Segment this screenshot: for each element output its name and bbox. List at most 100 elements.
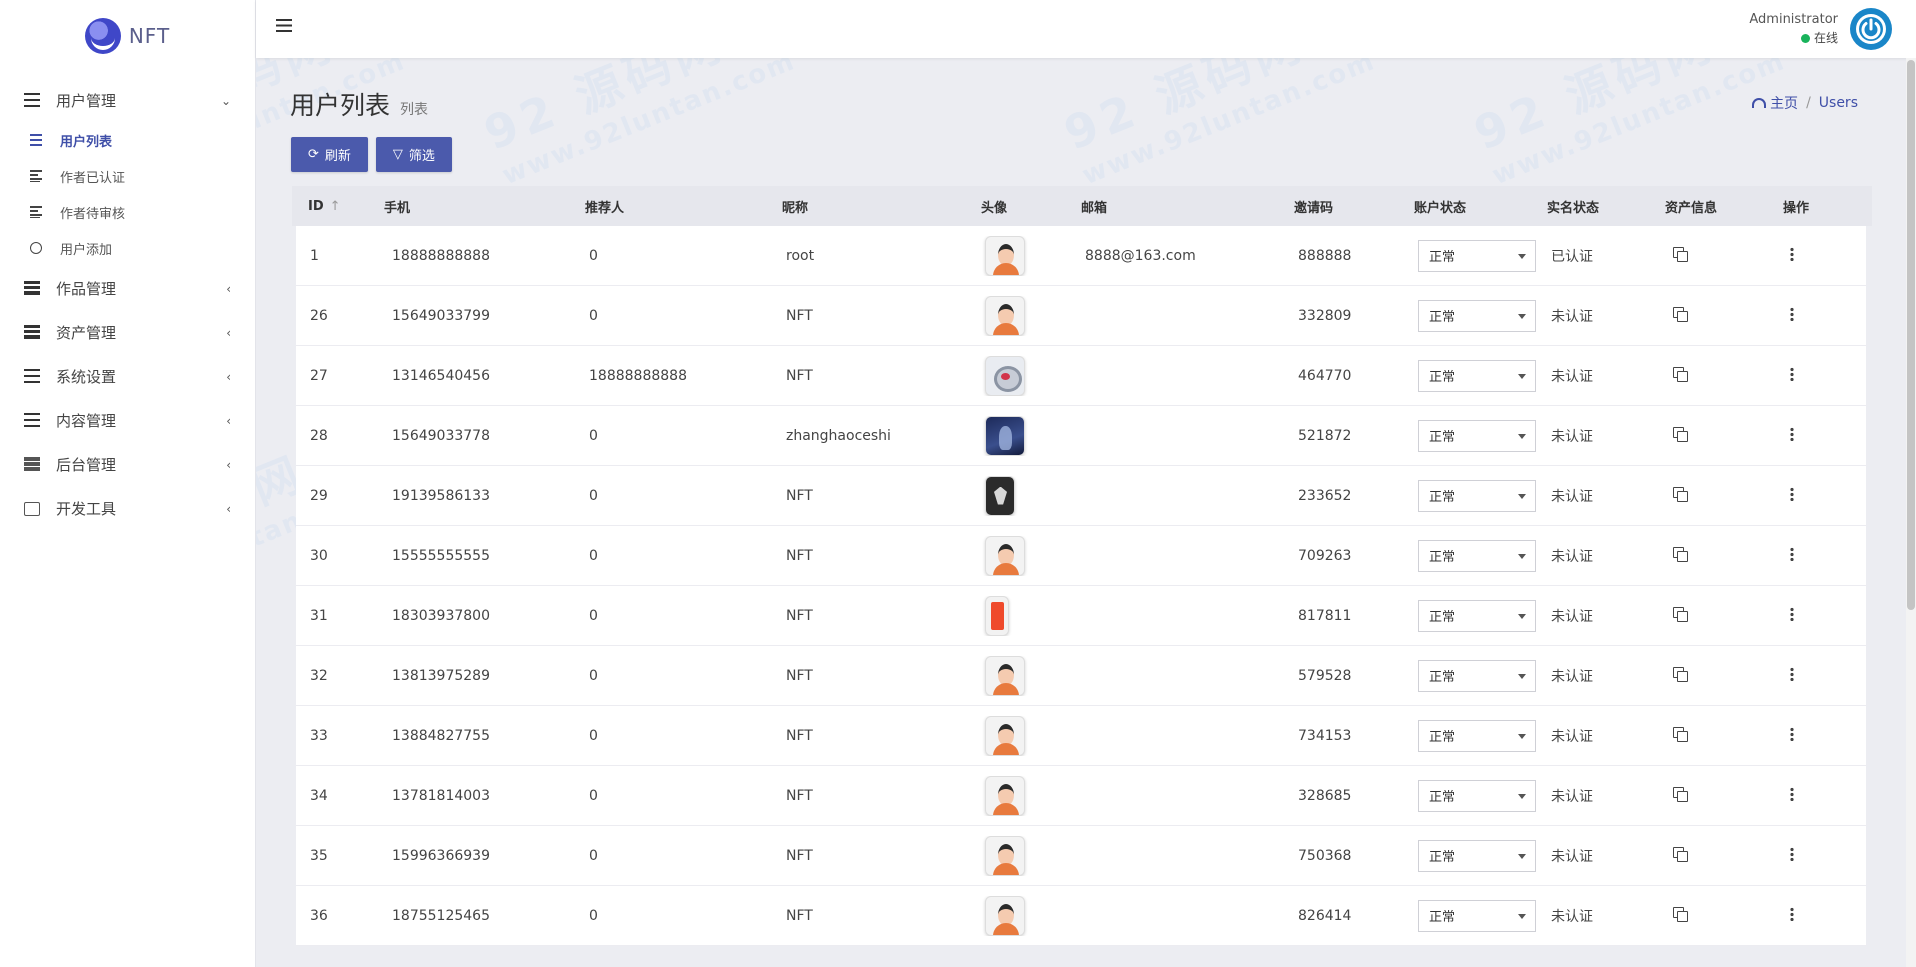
sidebar-item-assets[interactable]: 资产管理 ‹ bbox=[0, 310, 255, 354]
cell-referrer: 0 bbox=[589, 787, 598, 804]
cell-nickname: zhanghaoceshi bbox=[786, 427, 891, 444]
sidebar-item-content[interactable]: 内容管理 ‹ bbox=[0, 398, 255, 442]
cell-id: 28 bbox=[310, 427, 328, 444]
copy-icon[interactable] bbox=[1673, 426, 1688, 442]
account-status-select[interactable]: 正常 bbox=[1418, 839, 1536, 872]
copy-icon[interactable] bbox=[1673, 606, 1688, 622]
copy-icon[interactable] bbox=[1673, 246, 1688, 262]
account-status-select[interactable]: 正常 bbox=[1418, 779, 1536, 812]
more-vertical-icon[interactable] bbox=[1790, 786, 1794, 801]
account-status-select[interactable]: 正常 bbox=[1418, 539, 1536, 572]
copy-icon[interactable] bbox=[1673, 486, 1688, 502]
menu-toggle-icon[interactable] bbox=[276, 19, 292, 32]
cell-nickname: NFT bbox=[786, 727, 813, 744]
avatar[interactable] bbox=[985, 535, 1025, 576]
account-status-value: 正常 bbox=[1429, 490, 1456, 505]
copy-icon[interactable] bbox=[1673, 786, 1688, 802]
account-status-select[interactable]: 正常 bbox=[1418, 299, 1536, 332]
copy-icon[interactable] bbox=[1673, 906, 1688, 922]
cell-phone: 13146540456 bbox=[392, 367, 490, 384]
sidebar-item-user-management[interactable]: 用户管理 ⌄ bbox=[0, 78, 255, 122]
avatar[interactable] bbox=[985, 775, 1025, 816]
cell-phone: 15649033778 bbox=[392, 427, 490, 444]
account-status-select[interactable]: 正常 bbox=[1418, 479, 1536, 512]
sidebar-item-works[interactable]: 作品管理 ‹ bbox=[0, 266, 255, 310]
avatar[interactable] bbox=[985, 895, 1025, 936]
sidebar-item-settings[interactable]: 系统设置 ‹ bbox=[0, 354, 255, 398]
copy-icon[interactable] bbox=[1673, 846, 1688, 862]
align-left-icon bbox=[30, 206, 42, 218]
more-vertical-icon[interactable] bbox=[1790, 906, 1794, 921]
more-vertical-icon[interactable] bbox=[1790, 426, 1794, 441]
cell-realname-status: 未认证 bbox=[1551, 668, 1593, 685]
chevron-down-icon: ⌄ bbox=[220, 94, 231, 108]
avatar[interactable] bbox=[985, 655, 1025, 696]
account-status-value: 正常 bbox=[1429, 850, 1456, 865]
cell-assets bbox=[1655, 846, 1773, 865]
avatar[interactable] bbox=[985, 715, 1025, 756]
copy-icon[interactable] bbox=[1673, 366, 1688, 382]
more-vertical-icon[interactable] bbox=[1790, 306, 1794, 321]
stack-icon bbox=[24, 281, 40, 295]
column-header-id[interactable]: ID ↑ bbox=[292, 199, 374, 214]
cell-avatar bbox=[971, 655, 1071, 696]
more-vertical-icon[interactable] bbox=[1790, 546, 1794, 561]
more-vertical-icon[interactable] bbox=[1790, 606, 1794, 621]
app-logo[interactable]: NFT bbox=[0, 0, 255, 72]
account-status-select[interactable]: 正常 bbox=[1418, 359, 1536, 392]
table-header: ID ↑ 手机 推荐人 昵称 头像 邮箱 邀请码 账户状态 实名状态 资产信息 操… bbox=[292, 186, 1872, 226]
account-status-value: 正常 bbox=[1429, 370, 1456, 385]
power-icon bbox=[1856, 14, 1886, 44]
cell-referrer: 0 bbox=[589, 847, 598, 864]
cell-id: 30 bbox=[310, 547, 328, 564]
cell-invite-code: 233652 bbox=[1298, 487, 1352, 504]
more-vertical-icon[interactable] bbox=[1790, 726, 1794, 741]
more-vertical-icon[interactable] bbox=[1790, 846, 1794, 861]
avatar[interactable] bbox=[985, 235, 1025, 276]
cell-realname-status: 未认证 bbox=[1551, 848, 1593, 865]
avatar[interactable] bbox=[985, 595, 1009, 636]
user-name[interactable]: Administrator bbox=[1749, 11, 1838, 29]
cell-phone: 13813975289 bbox=[392, 667, 490, 684]
sidebar-item-backend[interactable]: 后台管理 ‹ bbox=[0, 442, 255, 486]
copy-icon[interactable] bbox=[1673, 306, 1688, 322]
account-status-select[interactable]: 正常 bbox=[1418, 419, 1536, 452]
sidebar-item-dev-tools[interactable]: 开发工具 ‹ bbox=[0, 486, 255, 530]
cell-actions bbox=[1773, 786, 1866, 805]
more-vertical-icon[interactable] bbox=[1790, 246, 1794, 261]
account-status-select[interactable]: 正常 bbox=[1418, 719, 1536, 752]
power-button[interactable] bbox=[1850, 8, 1892, 50]
breadcrumb-home[interactable]: 主页 bbox=[1752, 93, 1798, 113]
avatar[interactable] bbox=[985, 355, 1025, 396]
more-vertical-icon[interactable] bbox=[1790, 486, 1794, 501]
account-status-select[interactable]: 正常 bbox=[1418, 599, 1536, 632]
sidebar-subitem-add-user[interactable]: 用户添加 bbox=[0, 230, 255, 266]
cell-invite-code: 332809 bbox=[1298, 307, 1352, 324]
more-vertical-icon[interactable] bbox=[1790, 366, 1794, 381]
account-status-value: 正常 bbox=[1429, 730, 1456, 745]
filter-button[interactable]: ▽ 筛选 bbox=[375, 137, 452, 172]
copy-icon[interactable] bbox=[1673, 666, 1688, 682]
sidebar-subitem-pending-authors[interactable]: 作者待审核 bbox=[0, 194, 255, 230]
cell-phone: 18755125465 bbox=[392, 907, 490, 924]
account-status-select[interactable]: 正常 bbox=[1418, 659, 1536, 692]
sidebar-subitem-verified-authors[interactable]: 作者已认证 bbox=[0, 158, 255, 194]
avatar[interactable] bbox=[985, 295, 1025, 336]
account-status-select[interactable]: 正常 bbox=[1418, 239, 1536, 272]
cell-phone: 18303937800 bbox=[392, 607, 490, 624]
chevron-left-icon: ‹ bbox=[226, 370, 231, 384]
cell-account-status: 正常 bbox=[1404, 539, 1537, 572]
copy-icon[interactable] bbox=[1673, 726, 1688, 742]
more-vertical-icon[interactable] bbox=[1790, 666, 1794, 681]
cell-avatar bbox=[971, 595, 1071, 636]
copy-icon[interactable] bbox=[1673, 546, 1688, 562]
sidebar-subitem-user-list[interactable]: 用户列表 bbox=[0, 122, 255, 158]
avatar[interactable] bbox=[985, 835, 1025, 876]
cell-account-status: 正常 bbox=[1404, 599, 1537, 632]
account-status-select[interactable]: 正常 bbox=[1418, 899, 1536, 932]
avatar[interactable] bbox=[985, 475, 1015, 516]
scrollbar-thumb[interactable] bbox=[1907, 60, 1915, 610]
user-box: Administrator 在线 bbox=[1749, 0, 1916, 58]
avatar[interactable] bbox=[985, 415, 1025, 456]
refresh-button[interactable]: ⟳ 刷新 bbox=[291, 137, 368, 172]
